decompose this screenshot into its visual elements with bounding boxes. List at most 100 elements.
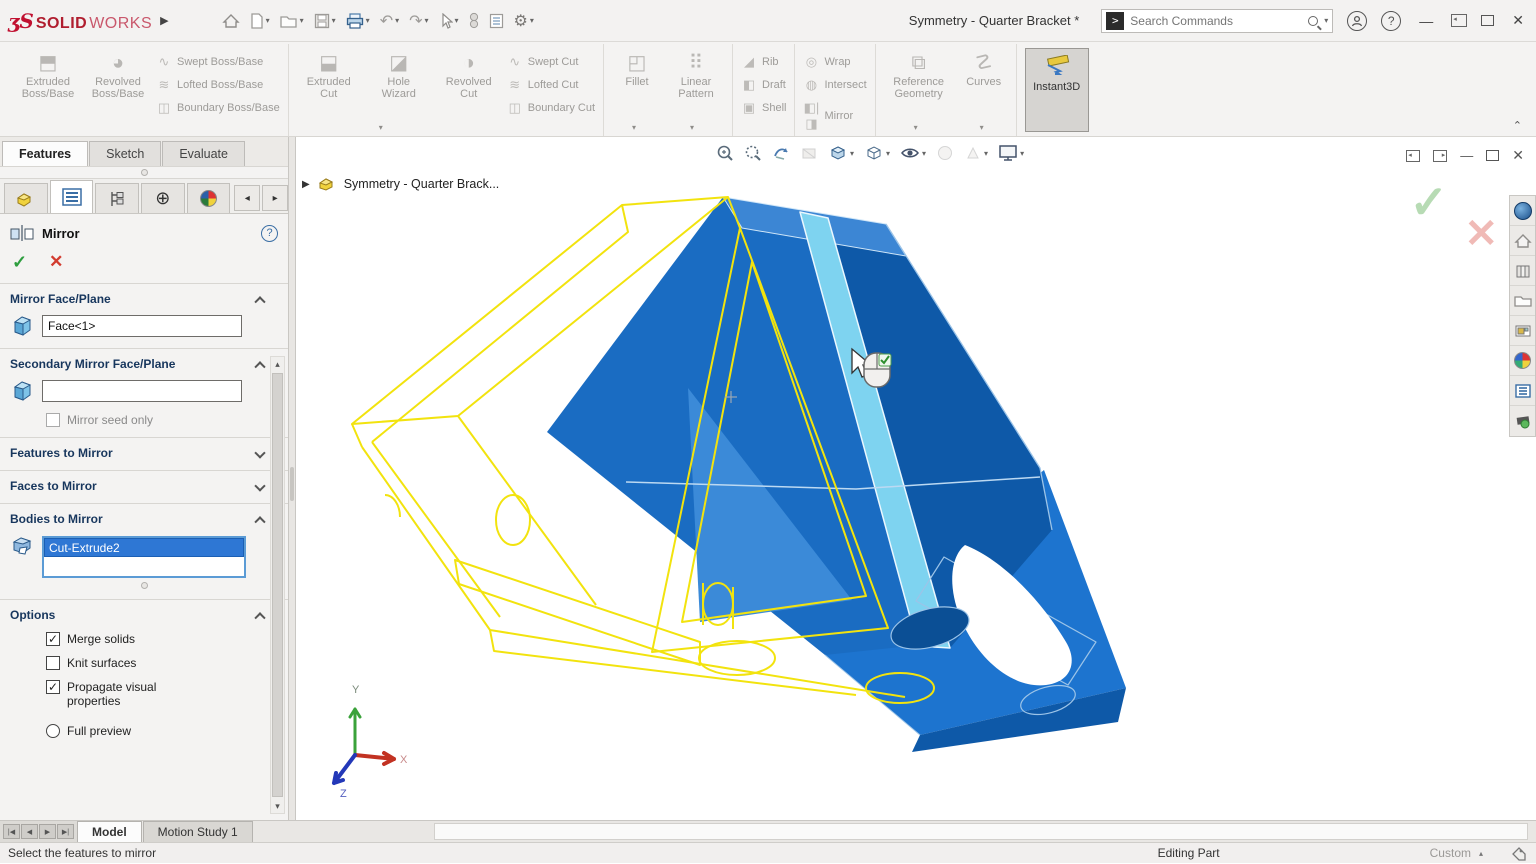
doc-restore-button[interactable] (1486, 150, 1499, 161)
zoom-to-fit-button[interactable] (716, 144, 734, 162)
list-item-empty[interactable] (44, 557, 244, 576)
curves-dropdown-arrow[interactable]: ▾ (980, 123, 984, 132)
pm-tab-scroll-left[interactable]: ◂ (234, 185, 260, 211)
search-commands-box[interactable]: > ▾ (1101, 9, 1333, 33)
search-commands-input[interactable] (1130, 14, 1302, 28)
home-button[interactable] (219, 11, 243, 31)
appearances-scenes-icon[interactable] (1510, 346, 1535, 376)
scroll-up-arrow[interactable]: ▴ (271, 357, 284, 371)
print-button[interactable]: ▾ (343, 11, 373, 31)
feature-tree-tab[interactable] (4, 183, 48, 213)
panel-horizontal-splitter[interactable] (0, 166, 288, 179)
prev-tab-button[interactable]: ◀ (21, 824, 38, 839)
motion-study-tab[interactable]: Motion Study 1 (143, 821, 253, 842)
custom-properties-icon[interactable] (1510, 376, 1535, 406)
fillet-dropdown-arrow[interactable]: ▾ (632, 123, 636, 132)
extruded-boss-base-button[interactable]: ⬒Extruded Boss/Base (16, 48, 80, 100)
mirror-button[interactable]: ◧|◨Mirror (803, 100, 866, 132)
tab-sketch[interactable]: Sketch (89, 141, 161, 166)
zoom-to-area-button[interactable] (744, 144, 762, 162)
options-gear-button[interactable]: ⚙▾ (511, 9, 537, 33)
new-document-button[interactable]: ▾ (247, 11, 273, 31)
panel-viewport-splitter[interactable] (288, 137, 296, 820)
shell-button[interactable]: ▣Shell (741, 100, 786, 116)
intersect-button[interactable]: ◍Intersect (803, 77, 866, 93)
split-pane-right-button[interactable] (1433, 150, 1447, 162)
secondary-mirror-face-input[interactable] (42, 380, 242, 402)
scroll-down-arrow[interactable]: ▾ (271, 799, 284, 813)
boundary-cut-button[interactable]: ◫Boundary Cut (507, 100, 595, 116)
tag-icon[interactable] (1511, 846, 1528, 861)
3d-content-central-icon[interactable] (1510, 196, 1535, 226)
display-manager-tab[interactable] (187, 183, 231, 213)
revolved-cut-button[interactable]: ◑Revolved Cut (437, 48, 501, 100)
dimxpert-manager-tab[interactable]: ⊕ (141, 183, 185, 213)
doc-close-button[interactable]: ✕ (1512, 147, 1524, 164)
redo-button[interactable]: ↷▾ (406, 9, 431, 33)
file-explorer-icon[interactable] (1510, 286, 1535, 316)
propagate-visual-properties-checkbox[interactable]: ✓ (46, 680, 60, 694)
reference-geometry-dropdown-arrow[interactable]: ▾ (914, 123, 918, 132)
collapse-chevron[interactable] (254, 361, 265, 372)
search-icon[interactable] (1308, 16, 1318, 26)
mirror-seed-only-checkbox[interactable] (46, 413, 60, 427)
hole-wizard-button[interactable]: ◪Hole Wizard (367, 48, 431, 100)
confirmation-corner-ok[interactable]: ✓ (1409, 175, 1448, 229)
pm-ok-button[interactable]: ✓ (12, 252, 27, 273)
units-selector[interactable]: Custom▴ (1430, 846, 1483, 860)
user-account-icon[interactable] (1347, 11, 1367, 31)
ribbon-collapse-chevron[interactable]: ⌃ (1513, 119, 1522, 132)
pm-scrollbar[interactable]: ▴ ▾ (270, 356, 285, 814)
view-orientation-button[interactable]: ▾ (828, 144, 854, 162)
revolved-boss-base-button[interactable]: ◕Revolved Boss/Base (86, 48, 150, 100)
knit-surfaces-checkbox[interactable] (46, 656, 60, 670)
edit-appearance-button[interactable] (936, 144, 954, 162)
merge-solids-checkbox[interactable]: ✓ (46, 632, 60, 646)
configuration-manager-tab[interactable] (95, 183, 139, 213)
file-properties-button[interactable] (486, 11, 507, 31)
wrap-button[interactable]: ◎Wrap (803, 54, 866, 70)
menu-flyout-arrow[interactable]: ▶ (160, 14, 168, 27)
collapse-chevron[interactable] (254, 612, 265, 623)
pm-tab-scroll-right[interactable]: ▸ (262, 185, 288, 211)
curves-button[interactable]: ☡Curves (960, 48, 1008, 88)
tab-features[interactable]: Features (2, 141, 88, 166)
last-tab-button[interactable]: ▶| (57, 824, 74, 839)
search-dropdown-arrow[interactable]: ▾ (1324, 16, 1328, 25)
close-button[interactable]: ✕ (1508, 12, 1528, 29)
extruded-cut-button[interactable]: ⬓Extruded Cut (297, 48, 361, 100)
apply-scene-button[interactable]: ▾ (964, 144, 988, 162)
tab-evaluate[interactable]: Evaluate (162, 141, 245, 166)
draft-button[interactable]: ◧Draft (741, 77, 786, 93)
help-icon[interactable]: ? (1381, 11, 1401, 31)
graphics-viewport[interactable]: Y X Z ▾ ▾ ▾ ▾ ▾ — ✕ (296, 137, 1536, 820)
swept-boss-base-button[interactable]: ∿Swept Boss/Base (156, 54, 280, 70)
list-resize-handle[interactable] (141, 582, 148, 589)
search-scope-icon[interactable]: > (1106, 12, 1124, 30)
fillet-button[interactable]: ◰Fillet (612, 48, 662, 88)
scroll-thumb[interactable] (272, 373, 283, 797)
open-document-button[interactable]: ▾ (277, 11, 307, 31)
boundary-boss-base-button[interactable]: ◫Boundary Boss/Base (156, 100, 280, 116)
section-view-button[interactable] (800, 144, 818, 162)
hide-show-items-button[interactable]: ▾ (900, 145, 926, 161)
model-tab[interactable]: Model (77, 821, 142, 842)
collapse-chevron[interactable] (254, 516, 265, 527)
property-manager-tab[interactable] (50, 180, 94, 213)
model-3d[interactable]: Y X Z (296, 137, 1536, 820)
full-preview-radio[interactable] (46, 724, 60, 738)
restore-window-button[interactable] (1481, 15, 1494, 26)
rib-button[interactable]: ◢Rib (741, 54, 786, 70)
bodies-to-mirror-list[interactable]: Cut-Extrude2 (42, 536, 246, 578)
solidworks-forum-icon[interactable] (1510, 406, 1535, 436)
undo-button[interactable]: ↶▾ (377, 9, 402, 33)
linear-pattern-dropdown-arrow[interactable]: ▾ (690, 123, 694, 132)
swept-cut-button[interactable]: ∿Swept Cut (507, 54, 595, 70)
instant3d-button[interactable]: Instant3D (1025, 48, 1089, 132)
rebuild-button[interactable] (466, 10, 482, 31)
confirmation-corner-cancel[interactable]: ✕ (1464, 211, 1498, 257)
list-item[interactable]: Cut-Extrude2 (44, 538, 244, 557)
doc-minimize-button[interactable]: — (1460, 148, 1473, 163)
next-tab-button[interactable]: ▶ (39, 824, 56, 839)
display-style-button[interactable]: ▾ (864, 144, 890, 162)
